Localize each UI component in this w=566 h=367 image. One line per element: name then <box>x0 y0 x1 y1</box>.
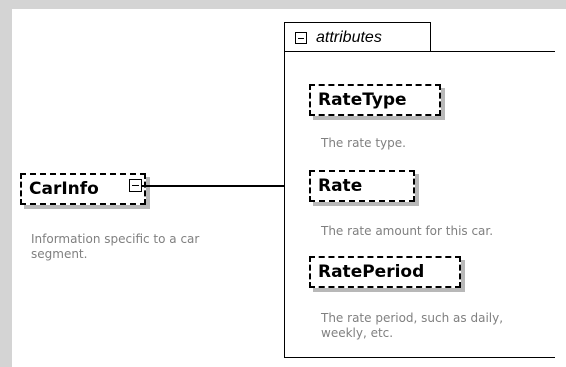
attribute-label: RatePeriod <box>318 262 425 282</box>
root-element-label: CarInfo <box>29 179 99 199</box>
attributes-group-tab[interactable]: attributes <box>284 22 431 52</box>
attributes-group-label: attributes <box>316 29 382 46</box>
attribute-description: The rate amount for this car. <box>321 224 494 238</box>
root-element-carinfo[interactable]: CarInfo <box>20 173 146 205</box>
attribute-ratetype[interactable]: RateType <box>309 84 441 116</box>
attribute-label: Rate <box>318 176 363 196</box>
connector-line <box>142 185 294 187</box>
minus-box-icon[interactable] <box>295 32 307 44</box>
attribute-description: The rate period, such as daily, weekly, … <box>321 311 504 340</box>
attribute-description: The rate type. <box>321 136 406 150</box>
root-element-description: Information specific to a car segment. <box>31 232 200 261</box>
attribute-rateperiod[interactable]: RatePeriod <box>309 256 461 288</box>
collapse-toggle-icon[interactable] <box>129 179 142 192</box>
attribute-rate[interactable]: Rate <box>309 170 415 202</box>
attribute-label: RateType <box>318 90 407 110</box>
